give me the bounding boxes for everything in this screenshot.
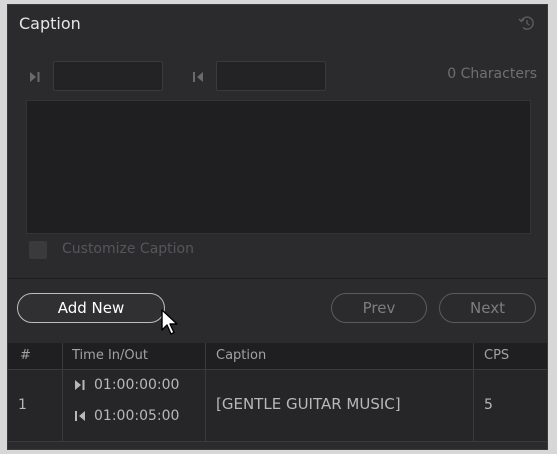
reset-icon[interactable] bbox=[517, 13, 537, 33]
column-header-index: # bbox=[20, 348, 31, 363]
timecode-out-field[interactable] bbox=[216, 61, 326, 91]
table-row-divider bbox=[8, 369, 547, 370]
column-header-cps: CPS bbox=[484, 348, 510, 363]
table-row-divider bbox=[8, 441, 547, 442]
mark-out-icon bbox=[193, 72, 203, 82]
prev-button[interactable]: Prev bbox=[331, 293, 427, 323]
column-header-caption: Caption bbox=[216, 348, 267, 363]
panel-title: Caption bbox=[19, 14, 81, 33]
caption-text-area[interactable] bbox=[26, 100, 531, 234]
timecode-in-field[interactable] bbox=[53, 61, 163, 91]
table-column-divider bbox=[205, 343, 206, 441]
mark-in-icon bbox=[75, 380, 85, 390]
row-index: 1 bbox=[18, 397, 27, 413]
caption-table-header: # Time In/Out Caption CPS bbox=[8, 343, 547, 369]
row-caption-text: [GENTLE GUITAR MUSIC] bbox=[216, 395, 401, 413]
add-new-button[interactable]: Add New bbox=[17, 293, 165, 323]
customize-caption-checkbox[interactable] bbox=[29, 241, 47, 259]
column-header-time: Time In/Out bbox=[72, 348, 148, 363]
next-button[interactable]: Next bbox=[439, 293, 536, 323]
row-time-out: 01:00:05:00 bbox=[74, 408, 179, 424]
table-column-divider bbox=[473, 343, 474, 441]
table-row[interactable]: 1 01:00:00:00 01:00:05:00 [GENTLE GUITAR… bbox=[8, 369, 547, 441]
row-time-in: 01:00:00:00 bbox=[74, 377, 179, 393]
character-count: 0 Characters bbox=[447, 66, 537, 82]
time-in-value: 01:00:00:00 bbox=[94, 377, 180, 393]
customize-caption-label: Customize Caption bbox=[62, 241, 194, 257]
mark-in-icon bbox=[30, 72, 40, 82]
mark-out-icon bbox=[75, 411, 85, 421]
time-out-value: 01:00:05:00 bbox=[94, 408, 180, 424]
mouse-pointer-icon bbox=[161, 309, 178, 335]
caption-panel: Caption 0 Characters Customize Caption A… bbox=[7, 4, 548, 450]
section-divider bbox=[8, 278, 547, 279]
table-column-divider bbox=[62, 343, 63, 441]
row-cps: 5 bbox=[484, 397, 493, 413]
